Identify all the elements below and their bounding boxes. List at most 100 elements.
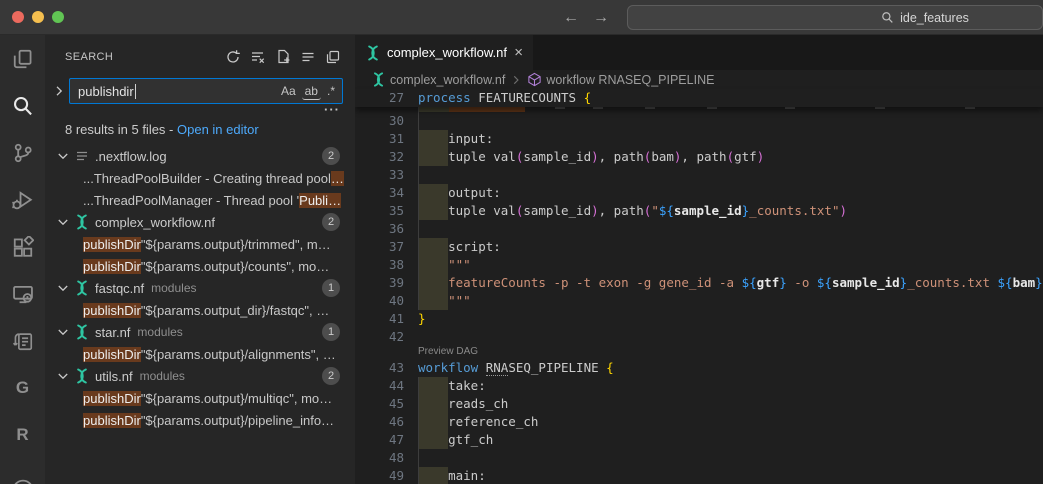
line-number: 39: [355, 274, 418, 292]
new-search-editor-icon[interactable]: [275, 49, 291, 65]
result-match-row[interactable]: publishDir "${params.output}/trimmed", m…: [45, 233, 355, 255]
activity-account-icon[interactable]: [0, 458, 45, 484]
toggle-search-details-button[interactable]: ···: [45, 104, 355, 119]
toggle-replace-chevron-icon[interactable]: [51, 83, 67, 99]
chevron-down-icon[interactable]: [55, 324, 71, 340]
indent-guide: [418, 238, 419, 256]
match-case-toggle[interactable]: Aa: [278, 83, 299, 99]
line-number: 49: [355, 467, 418, 484]
indent-highlight: [418, 238, 448, 256]
code-line: 30: [355, 112, 1043, 130]
search-options: Aaab.*: [278, 83, 338, 100]
nav-forward-button[interactable]: →: [593, 9, 609, 27]
open-in-editor-link[interactable]: Open in editor: [177, 122, 259, 137]
file-name: complex_workflow.nf: [95, 215, 215, 230]
result-file-row[interactable]: fastqc.nfmodules1: [45, 277, 355, 299]
indent-highlight: [418, 184, 448, 202]
match-highlight: …: [331, 171, 344, 186]
activity-explorer-icon[interactable]: [0, 35, 45, 82]
result-match-row[interactable]: ...ThreadPoolBuilder - Creating thread p…: [45, 167, 355, 189]
code-line: 40""": [355, 292, 1043, 310]
chevron-down-icon[interactable]: [55, 280, 71, 296]
result-file-row[interactable]: .nextflow.log2: [45, 145, 355, 167]
minimize-window-button[interactable]: [32, 11, 44, 23]
result-file-row[interactable]: utils.nfmodules2: [45, 365, 355, 387]
clear-results-icon[interactable]: [250, 49, 266, 65]
activity-remote-explorer-icon[interactable]: [0, 270, 45, 317]
result-match-row[interactable]: publishDir "${params.output}/alignments"…: [45, 343, 355, 365]
match-count-badge: 2: [322, 147, 340, 165]
match-text: "${params.output}/counts", mo…: [141, 259, 329, 274]
breadcrumb-item[interactable]: workflow RNASEQ_PIPELINE: [546, 73, 714, 87]
codelens-preview-dag[interactable]: Preview DAG: [355, 346, 1043, 359]
line-number: 30: [355, 112, 418, 130]
search-panel-actions: [225, 49, 341, 65]
indent-guide: [418, 274, 419, 292]
line-number: 42: [355, 328, 418, 346]
command-center[interactable]: ide_features: [627, 5, 1043, 30]
nextflow-file-icon: [74, 324, 90, 340]
result-match-row[interactable]: publishDir "${params.output}/pipeline_in…: [45, 409, 355, 431]
line-number: 38: [355, 256, 418, 274]
zoom-window-button[interactable]: [52, 11, 64, 23]
code-line: 49main:: [355, 467, 1043, 484]
sticky-scroll-line[interactable]: 27process FEATURECOUNTS {: [355, 89, 1043, 107]
chevron-down-icon[interactable]: [55, 214, 71, 230]
activity-gitlens-icon[interactable]: G: [0, 364, 45, 411]
activity-source-control-icon[interactable]: [0, 129, 45, 176]
regex-toggle[interactable]: .*: [324, 83, 338, 99]
result-match-row[interactable]: publishDir "${params.output}/counts", mo…: [45, 255, 355, 277]
activity-task-explorer-icon[interactable]: [0, 317, 45, 364]
search-panel-header: SEARCH: [45, 45, 355, 69]
close-window-button[interactable]: [12, 11, 24, 23]
search-icon: [881, 11, 894, 24]
match-text: "${params.output}/multiqc", mo…: [141, 391, 332, 406]
result-match-row[interactable]: publishDir "${params.output_dir}/fastqc"…: [45, 299, 355, 321]
code-line: 32tuple val(sample_id), path(bam), path(…: [355, 148, 1043, 166]
line-number: 43: [355, 359, 418, 377]
line-number: 48: [355, 449, 418, 467]
indent-highlight: [418, 148, 448, 166]
indent-highlight: [418, 256, 448, 274]
search-input[interactable]: publishdir Aaab.*: [69, 78, 343, 104]
code-line: 34output:: [355, 184, 1043, 202]
activity-search-icon[interactable]: [0, 82, 45, 129]
titlebar: ← → ide_features: [0, 0, 1043, 35]
activity-run-debug-icon[interactable]: [0, 176, 45, 223]
result-match-row[interactable]: ...ThreadPoolManager - Thread pool 'Publ…: [45, 189, 355, 211]
indent-guide: [418, 413, 419, 431]
collapse-all-icon[interactable]: [300, 49, 316, 65]
nav-back-button[interactable]: ←: [563, 9, 579, 27]
refresh-icon[interactable]: [225, 49, 241, 65]
tab-close-icon[interactable]: ×: [514, 45, 523, 60]
nextflow-file-icon: [74, 280, 90, 296]
match-count-badge: 1: [322, 279, 340, 297]
activity-extensions-icon[interactable]: [0, 223, 45, 270]
activity-r-lang-icon[interactable]: R: [0, 411, 45, 458]
nextflow-file-icon: [74, 214, 90, 230]
breadcrumb-item[interactable]: complex_workflow.nf: [390, 73, 505, 87]
indent-guide: [418, 220, 419, 238]
line-number: 31: [355, 130, 418, 148]
line-number: 44: [355, 377, 418, 395]
chevron-down-icon[interactable]: [55, 368, 71, 384]
tab-complex-workflow[interactable]: complex_workflow.nf ×: [355, 35, 533, 70]
match-highlight: publishDir: [83, 347, 141, 362]
indent-highlight: [418, 413, 448, 431]
indent-guide: [418, 184, 419, 202]
chevron-down-icon[interactable]: [55, 148, 71, 164]
result-match-row[interactable]: publishDir "${params.output}/multiqc", m…: [45, 387, 355, 409]
result-file-row[interactable]: complex_workflow.nf 2: [45, 211, 355, 233]
whole-word-toggle[interactable]: ab: [302, 83, 321, 100]
code-line: 43workflow RNASEQ_PIPELINE {: [355, 359, 1043, 377]
code-area: 27process FEATURECOUNTS { 3031input:32tu…: [355, 89, 1043, 484]
partial-line-fragment: [593, 107, 603, 109]
panel-title: SEARCH: [65, 51, 113, 63]
match-count-badge: 2: [322, 213, 340, 231]
line-number: 35: [355, 202, 418, 220]
indent-highlight: [418, 274, 448, 292]
indent-guide: [418, 130, 419, 148]
open-in-panel-icon[interactable]: [325, 49, 341, 65]
result-file-row[interactable]: star.nfmodules1: [45, 321, 355, 343]
line-number: 46: [355, 413, 418, 431]
